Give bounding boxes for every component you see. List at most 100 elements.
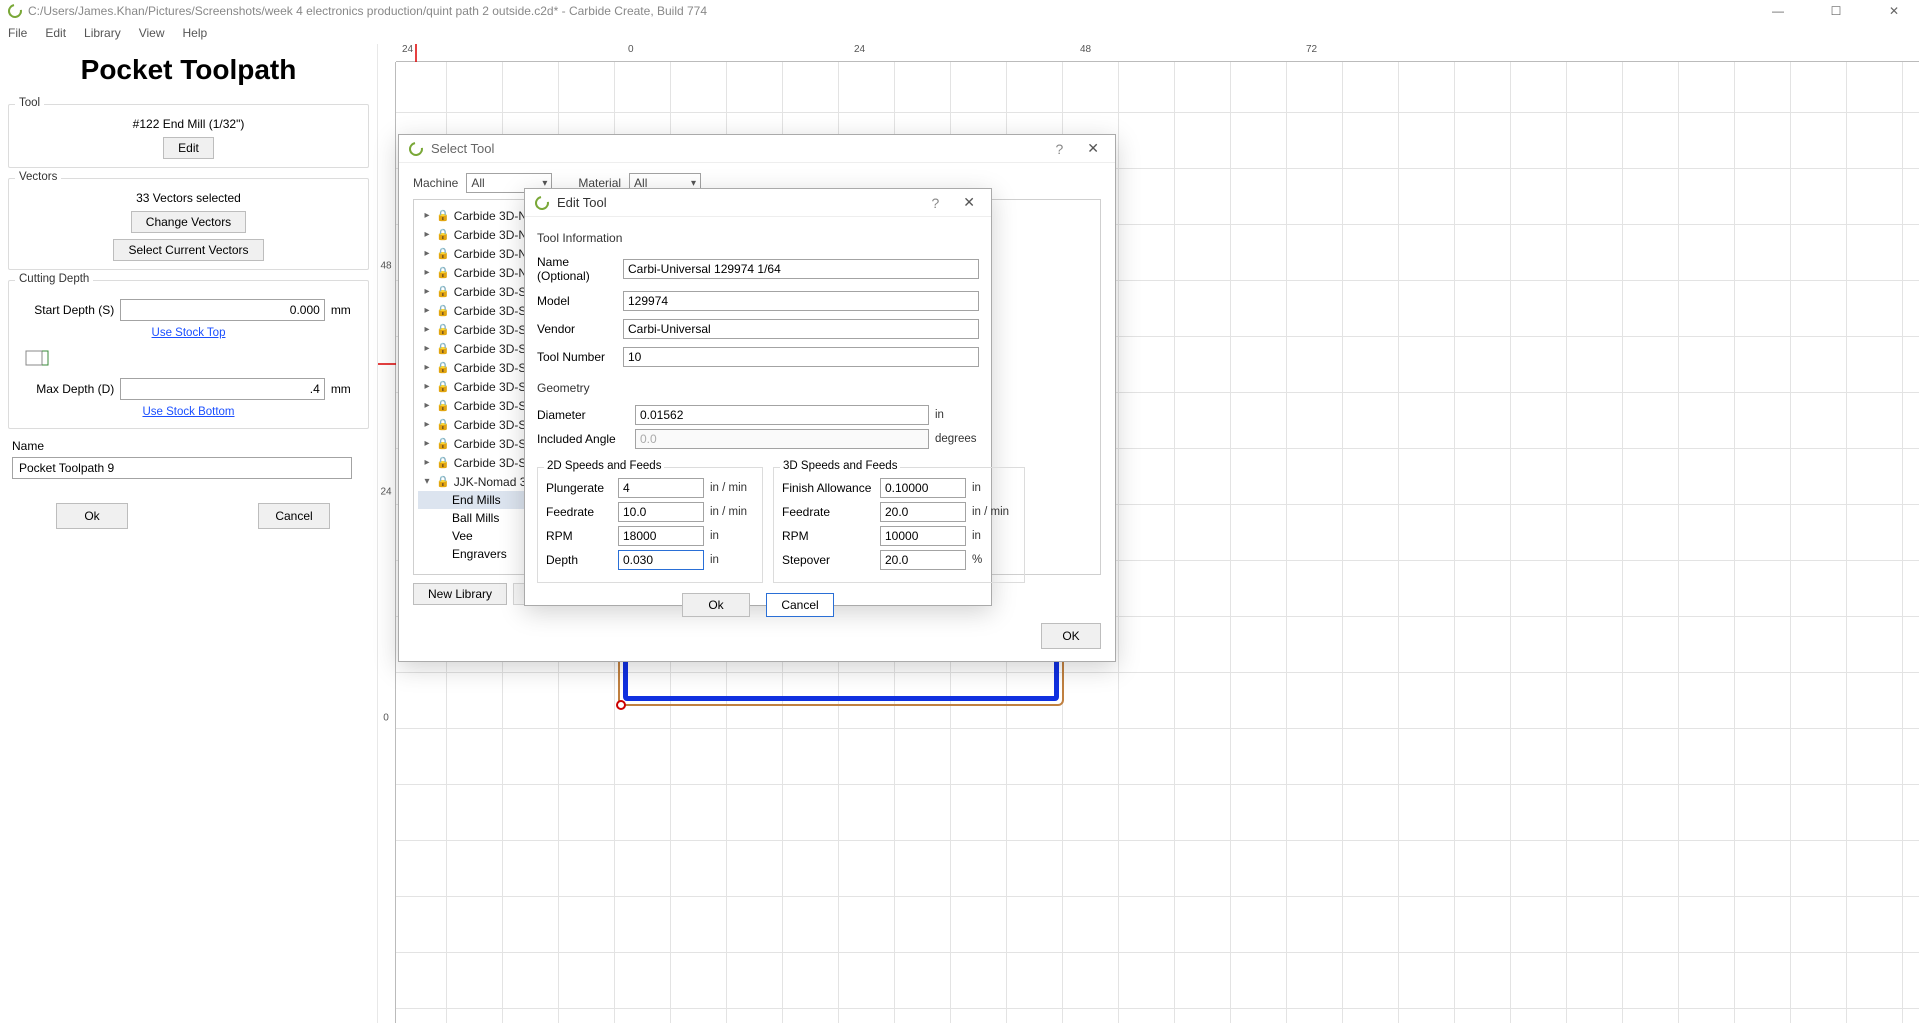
menu-library[interactable]: Library xyxy=(84,26,121,40)
finish-unit: in xyxy=(972,482,1016,494)
vectors-group-label: Vectors xyxy=(15,171,61,183)
lock-icon: 🔒 xyxy=(436,304,450,317)
lock-icon: 🔒 xyxy=(436,247,450,260)
depth-input[interactable] xyxy=(618,550,704,570)
lock-icon: 🔒 xyxy=(436,437,450,450)
included-angle-unit: degrees xyxy=(935,433,979,445)
start-depth-input[interactable] xyxy=(120,299,325,321)
select-tool-help-button[interactable]: ? xyxy=(1045,141,1073,157)
feedrate-3d-label: Feedrate xyxy=(782,505,874,519)
toolpath-name-input[interactable] xyxy=(12,457,352,479)
diameter-label: Diameter xyxy=(537,408,629,422)
tool-name-input[interactable] xyxy=(623,259,979,279)
geometry-heading: Geometry xyxy=(537,381,979,395)
use-stock-top-link[interactable]: Use Stock Top xyxy=(17,327,360,339)
lock-icon: 🔒 xyxy=(436,399,450,412)
lock-icon: 🔒 xyxy=(436,209,450,222)
included-angle-label: Included Angle xyxy=(537,432,629,446)
model-field-label: Model xyxy=(537,294,617,308)
max-depth-label: Max Depth (D) xyxy=(17,382,114,396)
vendor-input[interactable] xyxy=(623,319,979,339)
cutting-depth-group: Cutting Depth Start Depth (S) mm Use Sto… xyxy=(8,280,369,429)
rpm-3d-unit: in xyxy=(972,530,1016,542)
edit-tool-cancel-button[interactable]: Cancel xyxy=(766,593,834,617)
3d-speeds-group: 3D Speeds and Feeds Finish Allowance in … xyxy=(773,467,1025,583)
lock-icon: 🔒 xyxy=(436,361,450,374)
dialog-logo-icon xyxy=(532,193,551,212)
lock-icon: 🔒 xyxy=(436,380,450,393)
name-label: Name xyxy=(12,439,369,453)
plungerate-input[interactable] xyxy=(618,478,704,498)
plungerate-unit: in / min xyxy=(710,482,754,494)
name-field-label: Name (Optional) xyxy=(537,255,617,283)
toolnum-field-label: Tool Number xyxy=(537,350,617,364)
lock-icon: 🔒 xyxy=(436,285,450,298)
edit-tool-dialog: Edit Tool ? ✕ Tool Information Name (Opt… xyxy=(524,188,992,606)
select-tool-close-button[interactable]: ✕ xyxy=(1081,140,1105,157)
rpm-2d-input[interactable] xyxy=(618,526,704,546)
select-tool-title: Select Tool xyxy=(431,141,1037,156)
vendor-field-label: Vendor xyxy=(537,322,617,336)
feedrate-3d-unit: in / min xyxy=(972,506,1016,518)
edit-tool-help-button[interactable]: ? xyxy=(921,195,949,211)
lock-icon: 🔒 xyxy=(436,266,450,279)
rpm-3d-input[interactable] xyxy=(880,526,966,546)
origin-marker-icon xyxy=(616,700,626,710)
tool-number-input[interactable] xyxy=(623,347,979,367)
plungerate-label: Plungerate xyxy=(546,481,612,495)
start-depth-unit: mm xyxy=(331,303,360,317)
new-library-button[interactable]: New Library xyxy=(413,583,507,605)
cutting-depth-label: Cutting Depth xyxy=(15,273,93,285)
edit-tool-ok-button[interactable]: Ok xyxy=(682,593,750,617)
model-input[interactable] xyxy=(623,291,979,311)
use-stock-bottom-link[interactable]: Use Stock Bottom xyxy=(17,406,360,418)
edit-tool-button[interactable]: Edit xyxy=(163,137,214,159)
max-depth-input[interactable] xyxy=(120,378,325,400)
lock-icon: 🔒 xyxy=(436,342,450,355)
feedrate-3d-input[interactable] xyxy=(880,502,966,522)
menu-help[interactable]: Help xyxy=(183,26,208,40)
stepover-label: Stepover xyxy=(782,553,874,567)
start-depth-label: Start Depth (S) xyxy=(17,303,114,317)
feedrate-2d-input[interactable] xyxy=(618,502,704,522)
panel-cancel-button[interactable]: Cancel xyxy=(258,503,330,529)
change-vectors-button[interactable]: Change Vectors xyxy=(131,211,246,233)
depth-diagram-icon xyxy=(25,345,53,369)
select-current-vectors-button[interactable]: Select Current Vectors xyxy=(113,239,263,261)
stepover-unit: % xyxy=(972,554,1016,566)
vectors-status: 33 Vectors selected xyxy=(17,191,360,205)
finish-allowance-label: Finish Allowance xyxy=(782,481,874,495)
title-bar: C:/Users/James.Khan/Pictures/Screenshots… xyxy=(0,0,1919,22)
tool-description: #122 End Mill (1/32") xyxy=(17,117,360,131)
edit-tool-close-button[interactable]: ✕ xyxy=(957,194,981,211)
finish-allowance-input[interactable] xyxy=(880,478,966,498)
lock-icon: 🔒 xyxy=(436,228,450,241)
feedrate-2d-label: Feedrate xyxy=(546,505,612,519)
feedrate-2d-unit: in / min xyxy=(710,506,754,518)
lock-icon: 🔒 xyxy=(436,456,450,469)
maximize-button[interactable]: ☐ xyxy=(1819,4,1853,18)
minimize-button[interactable]: — xyxy=(1761,4,1795,18)
select-tool-ok-button[interactable]: OK xyxy=(1041,623,1101,649)
depth-unit: in xyxy=(710,554,754,566)
max-depth-unit: mm xyxy=(331,382,360,396)
panel-ok-button[interactable]: Ok xyxy=(56,503,128,529)
menu-edit[interactable]: Edit xyxy=(45,26,66,40)
stepover-input[interactable] xyxy=(880,550,966,570)
vectors-group: Vectors 33 Vectors selected Change Vecto… xyxy=(8,178,369,270)
tool-info-heading: Tool Information xyxy=(537,231,979,245)
menu-view[interactable]: View xyxy=(139,26,165,40)
rpm-3d-label: RPM xyxy=(782,529,874,543)
machine-label: Machine xyxy=(413,176,458,190)
menu-file[interactable]: File xyxy=(8,26,27,40)
diameter-input[interactable] xyxy=(635,405,929,425)
lock-icon: 🔒 xyxy=(436,323,450,336)
menu-bar: File Edit Library View Help xyxy=(0,22,1919,44)
close-button[interactable]: ✕ xyxy=(1877,4,1911,18)
app-logo-icon xyxy=(5,1,24,20)
2d-speeds-label: 2D Speeds and Feeds xyxy=(544,460,664,472)
lock-icon: 🔒 xyxy=(436,418,450,431)
edit-tool-title: Edit Tool xyxy=(557,195,913,210)
rpm-2d-unit: in xyxy=(710,530,754,542)
window-title: C:/Users/James.Khan/Pictures/Screenshots… xyxy=(28,4,1761,18)
